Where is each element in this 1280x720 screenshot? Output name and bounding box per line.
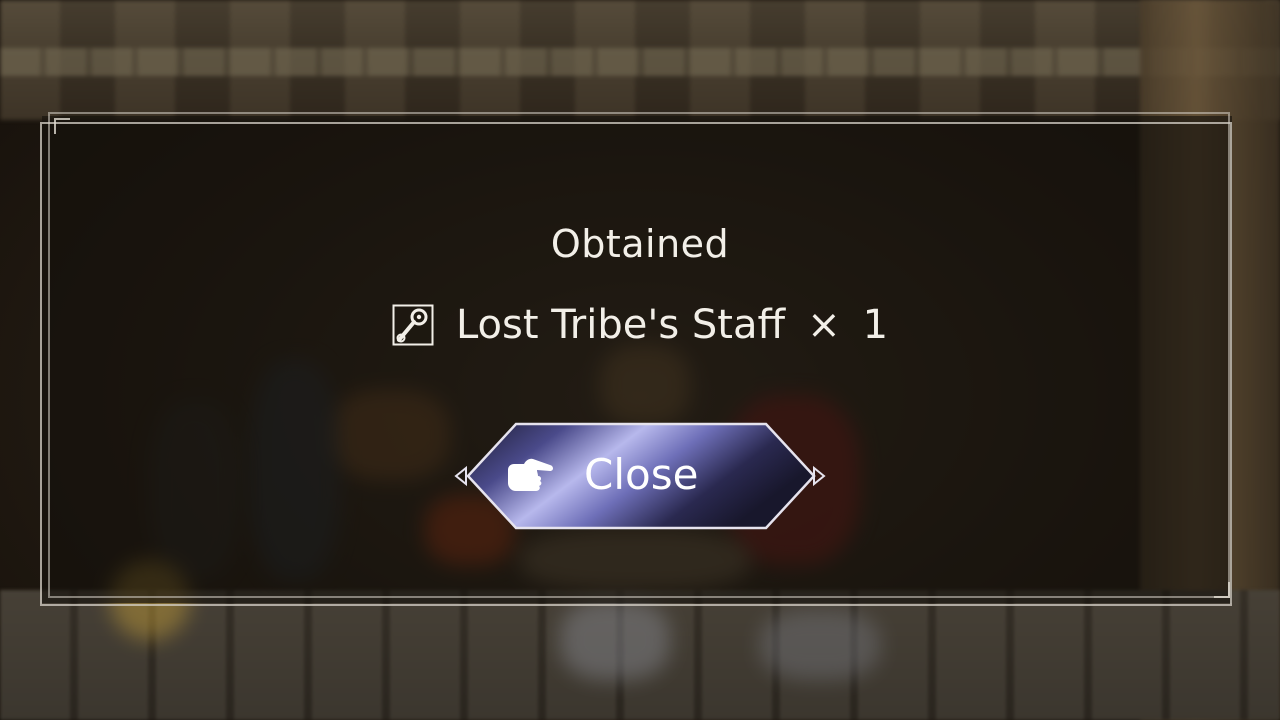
close-button-label: Close — [584, 450, 699, 499]
background-stone — [760, 610, 880, 680]
item-quantity: 1 — [862, 302, 889, 348]
background-stone — [560, 600, 670, 680]
quantity-times-symbol: × — [807, 302, 841, 348]
obtained-item-row: Lost Tribe's Staff × 1 — [0, 302, 1280, 348]
item-name: Lost Tribe's Staff — [455, 302, 786, 348]
dialog-corner-ornament — [54, 118, 70, 134]
close-button[interactable]: Close — [454, 420, 826, 530]
dialog-title: Obtained — [550, 222, 730, 266]
pointing-hand-icon — [504, 456, 556, 496]
staff-icon — [392, 304, 434, 346]
background-wall — [0, 0, 1280, 120]
dialog-corner-ornament — [1214, 582, 1230, 598]
